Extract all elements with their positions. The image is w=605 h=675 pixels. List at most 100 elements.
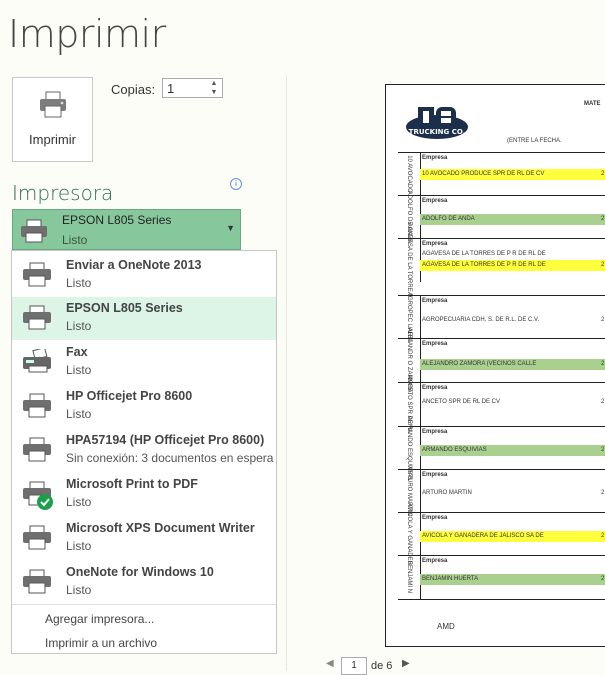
row-empresa-label: Empresa bbox=[422, 341, 448, 347]
row-value: ALEJANDRO ZAMORA (VECINOS CALLE bbox=[420, 359, 605, 370]
logo-text: TRUCKING CO. bbox=[409, 128, 466, 136]
printer-select[interactable]: EPSON L805 Series Listo ▼ bbox=[12, 209, 241, 250]
row-empresa-label: Empresa bbox=[422, 515, 448, 521]
dropdown-divider bbox=[12, 604, 276, 605]
printer-status: Sin conexión: 3 documentos en espera bbox=[66, 451, 274, 465]
row-number: 2 bbox=[601, 490, 605, 496]
print-preview-page: TRUCKING CO. MATE (ENTRE LA FECHA. 10 AV… bbox=[385, 84, 605, 647]
printer-icon bbox=[23, 437, 51, 462]
selected-printer-status: Listo bbox=[62, 233, 88, 247]
page-number-input[interactable]: 1 bbox=[341, 657, 367, 675]
preview-row: ARTURO MARTIN Empresa ARTURO MARTIN 2 bbox=[398, 466, 605, 516]
row-empresa-label: Empresa bbox=[422, 198, 448, 204]
preview-footer: AMD bbox=[437, 622, 455, 631]
preview-row: AGROPEC UARIA Empresa AGROPECUARIA CDH, … bbox=[398, 292, 605, 342]
row-value: 10 AVOCADO PRODUCE SPR DE RL DE CV bbox=[420, 169, 605, 180]
page-title: Imprimir bbox=[8, 12, 166, 56]
row-value: AGROPECUARIA CDH, S. DE R.L. DE C.V. bbox=[422, 317, 540, 323]
page-count-label: de 6 bbox=[371, 660, 393, 672]
row-vertical-label: AGAVESA DE LA TORRE S bbox=[406, 222, 412, 298]
panel-divider bbox=[286, 75, 287, 671]
row-value: ANCETO SPR DE RL DE CV bbox=[422, 399, 501, 405]
preview-row: ALEJANDR O ZAMORA Empresa ALEJANDRO ZAMO… bbox=[398, 327, 605, 393]
printer-name: HP Officejet Pro 8600 bbox=[66, 389, 193, 403]
selected-printer-name: EPSON L805 Series bbox=[62, 213, 172, 227]
printer-item-hp-officejet[interactable]: HP Officejet Pro 8600 Listo bbox=[12, 385, 276, 428]
preview-row: ANCETO SPR DE RL Empresa ANCETO SPR DE R… bbox=[398, 375, 605, 433]
row-empresa-label: Empresa bbox=[422, 472, 448, 478]
increment-icon[interactable]: ▲ bbox=[209, 80, 219, 88]
row-number: 2 bbox=[601, 171, 605, 177]
row-value: AGAVESA DE LA TORRES DE P R DE RL DE bbox=[422, 251, 546, 257]
printer-item-ms-xps-writer[interactable]: Microsoft XPS Document Writer Listo bbox=[12, 517, 276, 560]
printer-name: OneNote for Windows 10 bbox=[66, 565, 214, 579]
printer-name: EPSON L805 Series bbox=[66, 301, 183, 315]
printer-status: Listo bbox=[66, 407, 92, 421]
preview-row: ADOLFO DE ANDA Empresa ADOLFO DE ANDA 2 bbox=[398, 191, 605, 243]
print-button[interactable]: Imprimir bbox=[12, 77, 93, 162]
printer-name: Fax bbox=[66, 345, 88, 359]
row-value: AVICOLA Y GANADERA DE JALISCO SA DE bbox=[420, 531, 605, 542]
trucking-logo: TRUCKING CO. bbox=[406, 107, 468, 139]
previous-page-icon[interactable]: ◀ bbox=[326, 658, 334, 669]
printer-status: Listo bbox=[66, 539, 92, 553]
row-value: ARTURO MARTIN bbox=[422, 490, 472, 496]
row-value: ARMANDO ESQUIVIAS bbox=[420, 445, 605, 456]
copies-stepper[interactable]: 1 ▲ ▼ bbox=[162, 78, 223, 98]
printer-default-icon bbox=[23, 481, 53, 510]
row-vertical-label: BENJAMI N bbox=[406, 560, 412, 594]
printer-name: Microsoft Print to PDF bbox=[66, 477, 198, 491]
printer-icon bbox=[23, 525, 51, 550]
row-number: 2 bbox=[601, 216, 605, 222]
row-number: 2 bbox=[601, 447, 605, 453]
row-value-highlight: AGAVESA DE LA TORRES DE P R DE RL DE bbox=[420, 260, 605, 271]
preview-row: AGAVESA DE LA TORRE S Empresa AGAVESA DE… bbox=[398, 223, 605, 297]
printer-status: Listo bbox=[66, 363, 92, 377]
row-empresa-label: Empresa bbox=[422, 385, 448, 391]
preview-row: ARMANDO ESQUIVIAS Empresa ARMANDO ESQUIV… bbox=[398, 416, 605, 480]
decrement-icon[interactable]: ▼ bbox=[209, 89, 219, 97]
row-empresa-label: Empresa bbox=[422, 155, 448, 161]
printer-status: Listo bbox=[66, 495, 92, 509]
printer-icon bbox=[23, 262, 51, 287]
print-button-label: Imprimir bbox=[29, 132, 76, 147]
print-to-file-link[interactable]: Imprimir a un archivo bbox=[45, 636, 157, 650]
next-page-icon[interactable]: ▶ bbox=[402, 658, 410, 669]
printer-icon bbox=[21, 219, 47, 243]
row-empresa-label: Empresa bbox=[422, 298, 448, 304]
printer-icon bbox=[23, 569, 51, 594]
info-icon[interactable]: i bbox=[230, 178, 242, 190]
preview-row: AVICOLA Y GANADER Empresa AVICOLA Y GANA… bbox=[398, 503, 605, 565]
row-value: BENJAMIN HUERTA bbox=[420, 574, 605, 585]
preview-row: 10 AVOCADO Empresa 10 AVOCADO PRODUCE SP… bbox=[398, 152, 605, 196]
row-empresa-label: Empresa bbox=[422, 241, 448, 247]
printer-item-fax[interactable]: Fax Listo bbox=[12, 341, 276, 384]
printer-item-onenote-win10[interactable]: OneNote for Windows 10 Listo bbox=[12, 561, 276, 604]
printer-icon bbox=[23, 305, 51, 330]
fax-icon bbox=[23, 349, 51, 373]
row-empresa-label: Empresa bbox=[422, 558, 448, 564]
printer-name: Enviar a OneNote 2013 bbox=[66, 258, 202, 272]
printer-status: Listo bbox=[66, 319, 92, 333]
copies-label: Copias: bbox=[111, 82, 156, 97]
printer-section-title: Impresora bbox=[12, 181, 114, 205]
row-value: ADOLFO DE ANDA bbox=[420, 214, 605, 225]
printer-icon bbox=[40, 91, 66, 118]
printer-name: HPA57194 (HP Officejet Pro 8600) bbox=[66, 433, 265, 447]
row-empresa-label: Empresa bbox=[422, 429, 448, 435]
printer-item-epson-l805[interactable]: EPSON L805 Series Listo bbox=[12, 297, 276, 340]
preview-subtitle: (ENTRE LA FECHA. bbox=[507, 138, 562, 144]
row-number: 2 bbox=[601, 317, 605, 323]
printer-item-ms-print-to-pdf[interactable]: Microsoft Print to PDF Listo bbox=[12, 473, 276, 516]
row-number: 2 bbox=[601, 576, 605, 582]
printer-item-onenote-2013[interactable]: Enviar a OneNote 2013 Listo bbox=[12, 254, 276, 297]
printer-status: Listo bbox=[66, 276, 92, 290]
printer-dropdown-list: Enviar a OneNote 2013 Listo EPSON L805 S… bbox=[11, 250, 277, 654]
preview-header: MATE bbox=[584, 101, 601, 107]
printer-status: Listo bbox=[66, 583, 92, 597]
chevron-down-icon[interactable]: ▼ bbox=[226, 223, 235, 233]
add-printer-link[interactable]: Agregar impresora... bbox=[45, 612, 154, 626]
copies-value[interactable]: 1 bbox=[167, 81, 174, 96]
printer-item-hpa57194[interactable]: HPA57194 (HP Officejet Pro 8600) Sin con… bbox=[12, 429, 276, 472]
row-vertical-label: 10 AVOCADO bbox=[406, 155, 412, 193]
